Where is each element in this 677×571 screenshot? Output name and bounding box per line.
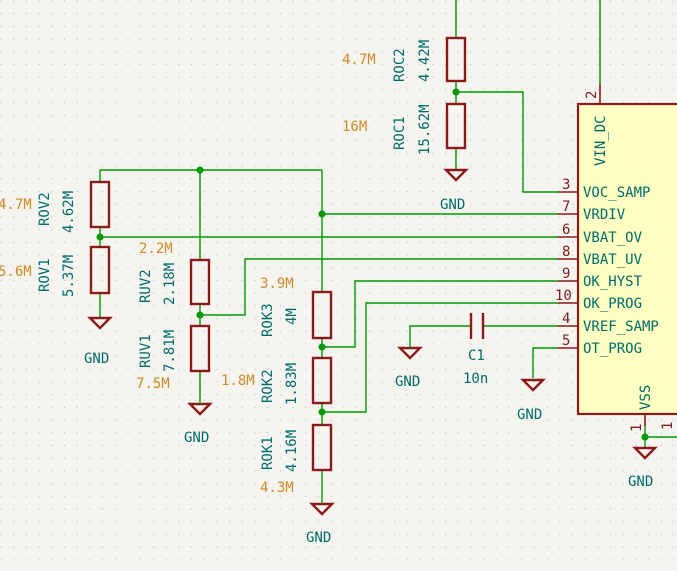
ic-pin-name: VBAT_OV [583, 230, 643, 246]
resistor-ref: ROK2 [260, 369, 276, 403]
resistor-value: 1.83M [284, 363, 300, 405]
junction-top-rail [196, 166, 204, 174]
resistor-value: 15.62M [417, 104, 433, 155]
ic-pin-number: 9 [562, 266, 570, 282]
resistor-ref: RUV2 [138, 269, 154, 303]
resistor-value: 2.18M [162, 263, 178, 305]
ic-pin-number: 10 [555, 288, 572, 304]
ic-pin-bottom-number: 1 [629, 424, 645, 432]
resistor-note: 7.5M [136, 376, 170, 392]
resistor-ref: ROV2 [37, 192, 53, 226]
resistor-note: 4.7M [342, 52, 376, 68]
resistor-note: 3.9M [260, 276, 294, 292]
resistor-ref: RUV1 [138, 334, 154, 368]
ic-pin-top-name: VIN_DC [593, 115, 609, 166]
junction-roc [452, 88, 460, 96]
gnd-label: GND [517, 407, 542, 423]
resistor-note: 1.8M [221, 373, 255, 389]
ic-pin-number: 7 [562, 199, 570, 215]
resistor-note: 4.3M [260, 480, 294, 496]
capacitor-value: 10n [463, 371, 488, 387]
resistor-ref: ROK3 [260, 303, 276, 337]
ic-pin-number: 4 [562, 311, 570, 327]
resistor-ref: ROC2 [392, 48, 408, 82]
gnd-label: GND [440, 197, 465, 213]
resistor-note: 4.7M [0, 197, 32, 213]
gnd-label: GND [395, 374, 420, 390]
ic-partial-pin-number: 1 [660, 422, 676, 430]
resistor-value: 4.62M [61, 191, 77, 233]
junction-vrdiv [318, 210, 326, 218]
resistor-value: 4.42M [417, 40, 433, 82]
capacitor-ref: C1 [468, 348, 485, 364]
ic-pin-bottom-name: VSS [638, 385, 654, 410]
resistor-ref: ROV1 [37, 258, 53, 292]
gnd-label: GND [184, 430, 209, 446]
resistor-value: 4.16M [284, 430, 300, 472]
ic-pin-number: 5 [562, 333, 570, 349]
resistor-value: 4M [284, 308, 300, 325]
junction-rok-hyst [318, 343, 326, 351]
junction-rov [96, 233, 104, 241]
resistor-note: 5.6M [0, 264, 32, 280]
ic-pin-name: OK_PROG [583, 296, 642, 312]
grid-background [0, 0, 677, 571]
resistor-note: 16M [342, 119, 367, 135]
gnd-label: GND [84, 351, 109, 367]
resistor-value: 7.81M [162, 330, 178, 372]
ic-pin-number: 8 [562, 244, 570, 260]
resistor-ref: ROC1 [392, 116, 408, 150]
ic-pin-number: 6 [562, 222, 570, 238]
gnd-label: GND [306, 530, 331, 546]
schematic-canvas: ROC2 4.42M 4.7M ROC1 15.62M 16M ROV2 4.6… [0, 0, 677, 571]
resistor-ref: ROK1 [260, 436, 276, 470]
ic-pin-name: OT_PROG [583, 341, 642, 357]
resistor-value: 5.37M [61, 255, 77, 297]
junction-vss [641, 433, 649, 441]
ic-pin-top-number: 2 [584, 91, 600, 99]
ic-pin-name: VREF_SAMP [583, 319, 659, 335]
junction-rok-prog [318, 408, 326, 416]
junction-ruv [196, 311, 204, 319]
ic-pin-name: VRDIV [583, 207, 626, 223]
resistor-note: 2.2M [139, 241, 173, 257]
ic-pin-name: VOC_SAMP [583, 185, 650, 201]
ic-pin-number: 3 [562, 177, 570, 193]
gnd-label: GND [628, 474, 653, 490]
ic-pin-name: OK_HYST [583, 274, 643, 290]
ic-pin-name: VBAT_UV [583, 252, 643, 268]
